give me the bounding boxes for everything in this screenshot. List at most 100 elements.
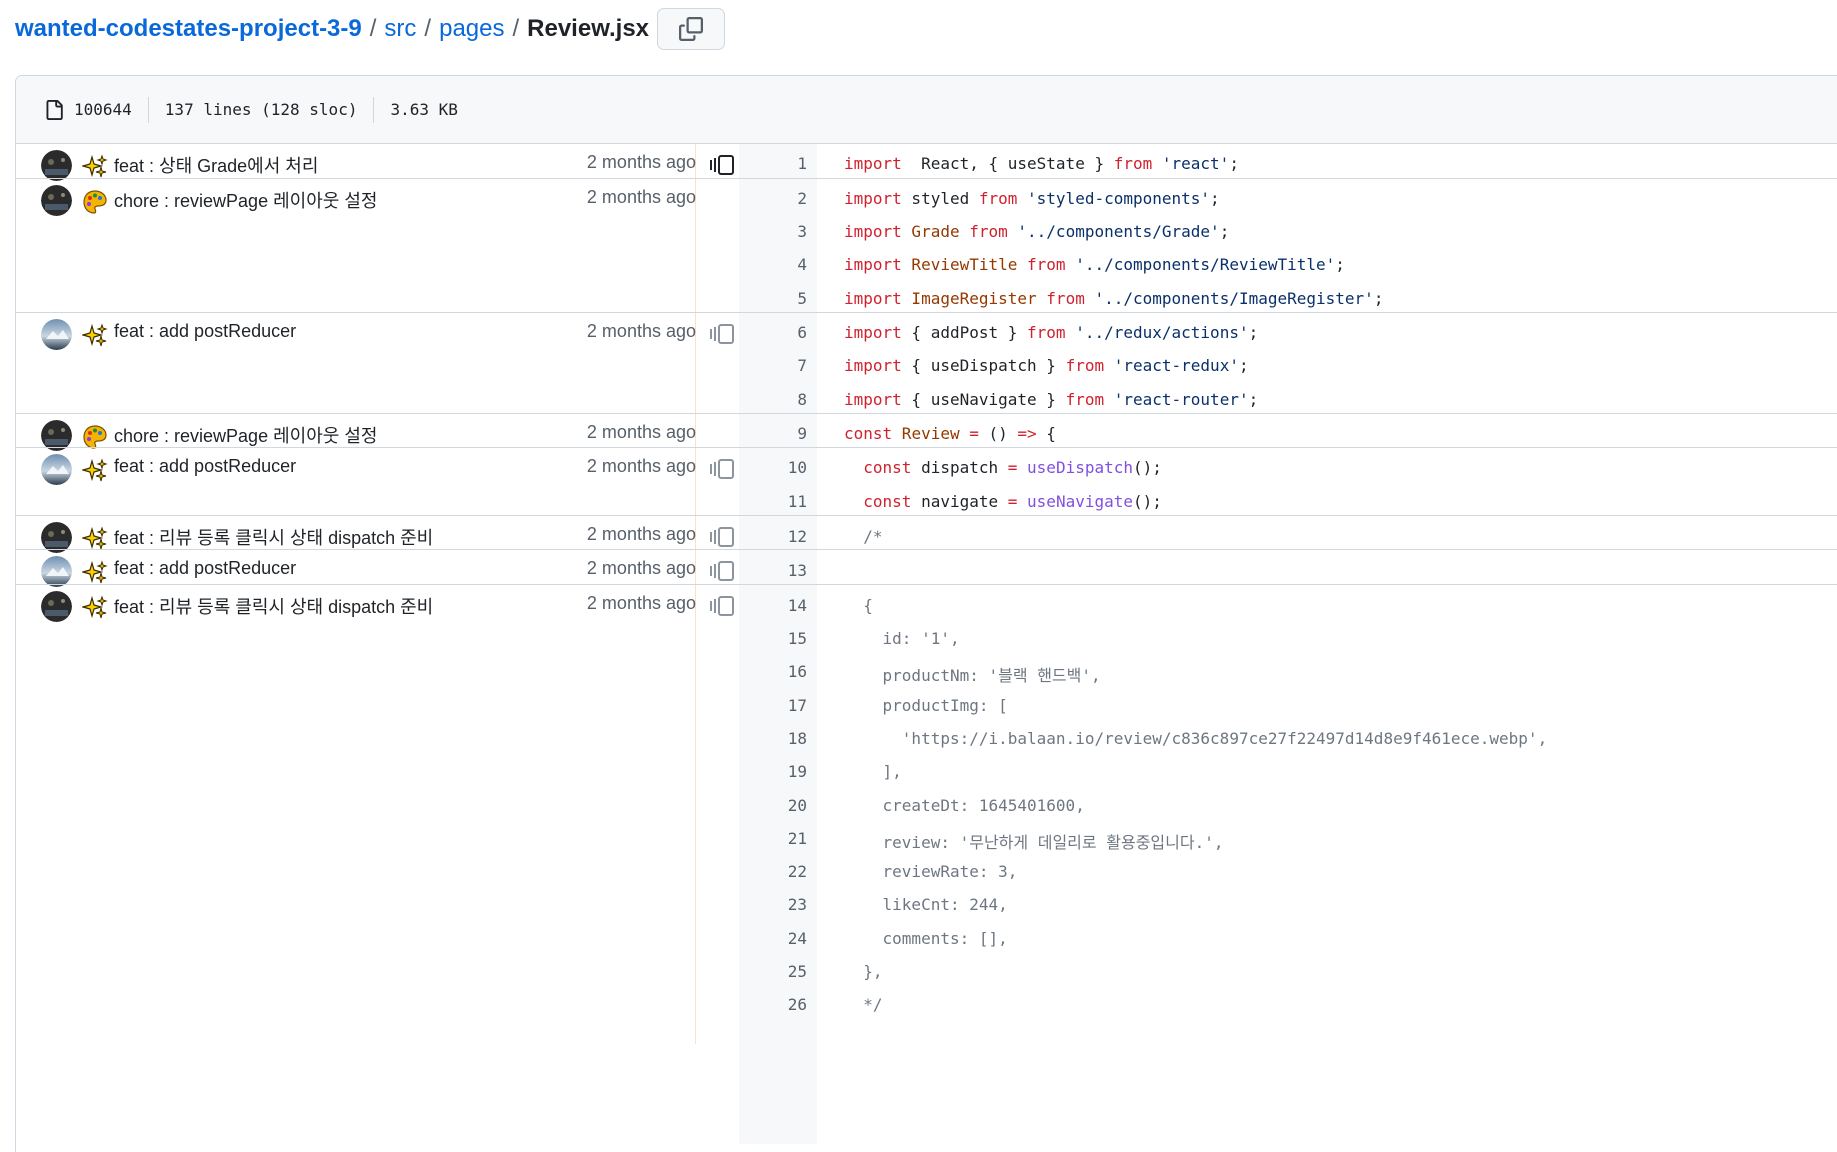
commit-message-link[interactable]: chore : reviewPage 레이아웃 설정 [114, 187, 377, 213]
blame-commit-info: feat : add postReducer 2 months ago [16, 313, 696, 413]
code-token: Review [892, 424, 970, 443]
code-token: from [1065, 390, 1105, 409]
line-number[interactable]: 7 [739, 356, 807, 375]
code-text: id: '1', [844, 629, 960, 648]
line-number[interactable]: 11 [739, 492, 807, 511]
code-token: '../components/ImageRegister' [1084, 289, 1374, 308]
code-text: import ImageRegister from '../components… [844, 289, 1383, 308]
code-token: useNavigate [1017, 492, 1133, 511]
reblame-icon[interactable] [709, 154, 737, 176]
commit-time: 2 months ago [586, 456, 696, 476]
breadcrumb-src-link[interactable]: src [384, 15, 416, 43]
code-token: = [1007, 458, 1018, 477]
copy-icon [679, 17, 704, 41]
author-avatar[interactable] [41, 454, 72, 485]
file-lines: 137 lines (128 sloc) [147, 96, 374, 123]
code-token: from [1027, 323, 1066, 342]
code-token: id: '1', [844, 629, 960, 648]
code-token: from [1113, 154, 1153, 173]
line-number[interactable]: 19 [739, 762, 807, 781]
line-number[interactable]: 9 [739, 424, 807, 443]
blame-file-box: 100644 137 lines (128 sloc) 3.63 KB feat… [15, 75, 1837, 1152]
line-number[interactable]: 15 [739, 629, 807, 648]
code-line: 13 [739, 551, 1837, 590]
reblame-icon[interactable] [709, 458, 737, 480]
code-line: 11 const navigate = useNavigate(); [739, 482, 1837, 521]
reblame-icon[interactable] [709, 323, 737, 345]
code-token: ; [1229, 154, 1239, 173]
line-number[interactable]: 17 [739, 696, 807, 715]
line-number[interactable]: 1 [739, 154, 807, 173]
line-number[interactable]: 6 [739, 323, 807, 342]
code-token: 'react-router' [1104, 390, 1249, 409]
code-token: React, { useState } [901, 154, 1114, 173]
reblame-icon[interactable] [709, 595, 737, 617]
line-number[interactable]: 5 [739, 289, 807, 308]
line-number[interactable]: 26 [739, 995, 807, 1014]
author-avatar[interactable] [41, 319, 72, 350]
code-token: 'react' [1152, 154, 1230, 173]
code-token: productImg: [ [844, 696, 1008, 715]
author-avatar[interactable] [41, 591, 72, 622]
code-text: review: '무난하게 데일리로 활용중입니다.', [844, 829, 1224, 853]
blame-commit-info: feat : 리뷰 등록 클릭시 상태 dispatch 준비 2 months … [16, 516, 696, 553]
blame-commit-info: feat : add postReducer 2 months ago [16, 448, 696, 515]
code-token: from [969, 222, 1008, 241]
line-number[interactable]: 3 [739, 222, 807, 241]
line-number[interactable]: 13 [739, 561, 807, 580]
author-avatar[interactable] [41, 185, 72, 216]
file-mode: 100644 [44, 97, 148, 123]
commit-message-link[interactable]: feat : add postReducer [114, 558, 296, 579]
commit-message-link[interactable]: feat : 리뷰 등록 클릭시 상태 dispatch 준비 [114, 524, 433, 550]
palette-icon [82, 189, 108, 215]
commit-time: 2 months ago [586, 422, 696, 442]
author-avatar[interactable] [41, 556, 72, 587]
reblame-icon[interactable] [709, 560, 737, 582]
sparkle-icon [80, 323, 108, 349]
line-number[interactable]: 24 [739, 929, 807, 948]
breadcrumb-repo-link[interactable]: wanted-codestates-project-3-9 [15, 15, 362, 43]
code-token: = [969, 424, 979, 443]
copy-path-button[interactable] [657, 8, 726, 50]
line-number[interactable]: 10 [739, 458, 807, 477]
commit-message-link[interactable]: feat : 리뷰 등록 클릭시 상태 dispatch 준비 [114, 593, 433, 619]
code-token: const [863, 458, 912, 477]
line-number[interactable]: 21 [739, 829, 807, 848]
line-number[interactable]: 2 [739, 189, 807, 208]
code-token: = [1007, 492, 1018, 511]
code-text: productImg: [ [844, 696, 1008, 715]
code-token: ; [1335, 255, 1345, 274]
line-number[interactable]: 20 [739, 796, 807, 815]
code-token: ReviewTitle [901, 255, 1028, 274]
line-number[interactable]: 12 [739, 527, 807, 546]
commit-message-link[interactable]: feat : add postReducer [114, 456, 296, 477]
line-number[interactable]: 8 [739, 390, 807, 409]
code-token: 'react-redux' [1104, 356, 1239, 375]
author-avatar[interactable] [41, 150, 72, 181]
code-token: 'styled-components' [1017, 189, 1211, 208]
reblame-icon[interactable] [709, 526, 737, 548]
commit-message-link[interactable]: chore : reviewPage 레이아웃 설정 [114, 422, 377, 448]
line-number[interactable]: 25 [739, 962, 807, 981]
code-token: ], [844, 762, 902, 781]
code-token: ; [1248, 323, 1259, 342]
line-number[interactable]: 22 [739, 862, 807, 881]
breadcrumb-file-name: Review.jsx [527, 15, 650, 42]
breadcrumb-pages-link[interactable]: pages [439, 15, 504, 43]
line-number[interactable]: 14 [739, 596, 807, 615]
commit-time: 2 months ago [586, 524, 696, 544]
sparkle-icon [80, 458, 108, 484]
line-number[interactable]: 18 [739, 729, 807, 748]
code-token: const [844, 424, 893, 443]
line-number[interactable]: 23 [739, 895, 807, 914]
line-number[interactable]: 16 [739, 662, 807, 681]
code-text: productNm: '블랙 핸드백', [844, 662, 1101, 686]
commit-message-link[interactable]: feat : add postReducer [114, 321, 296, 342]
line-number[interactable]: 4 [739, 255, 807, 274]
commit-message-link[interactable]: feat : 상태 Grade에서 처리 [114, 152, 318, 178]
breadcrumb-separator: / [424, 15, 432, 42]
code-token: from [1065, 356, 1105, 375]
code-token: ImageRegister [901, 289, 1047, 308]
code-token: const [863, 492, 912, 511]
code-text: import ReviewTitle from '../components/R… [844, 255, 1345, 274]
